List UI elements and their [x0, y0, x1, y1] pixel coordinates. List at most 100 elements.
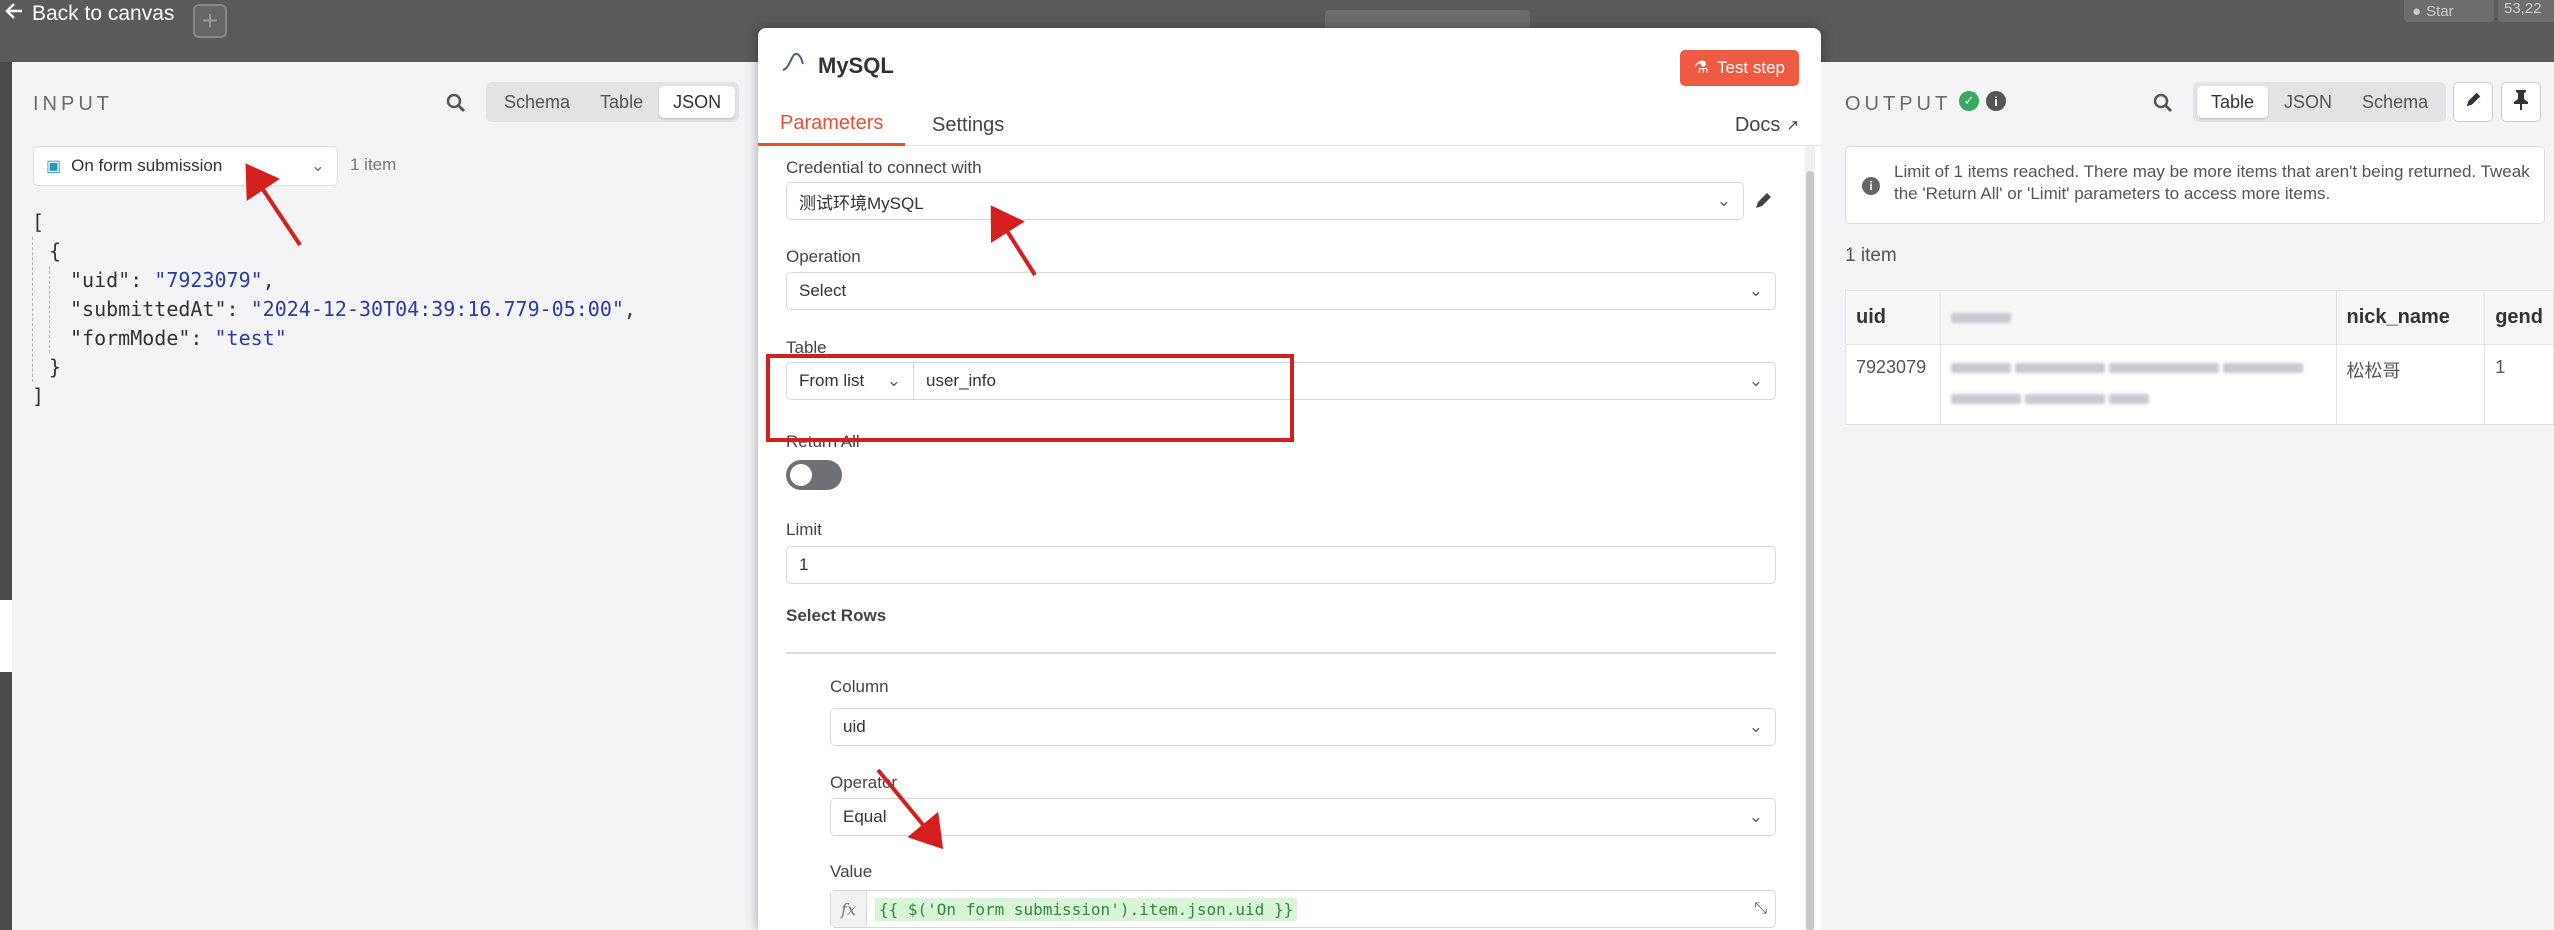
value-expression-input[interactable]: fx {{ $('On form submission').item.json.…: [830, 890, 1776, 928]
credential-label: Credential to connect with: [786, 158, 982, 177]
credential-select[interactable]: 测试环境MySQL ⌄: [786, 182, 1744, 220]
test-step-label: Test step: [1716, 58, 1785, 77]
output-tab-schema[interactable]: Schema: [2348, 86, 2442, 118]
output-item-count: 1 item: [1845, 245, 1897, 266]
input-panel: INPUT Schema Table JSON ▣ On form submis…: [12, 62, 758, 930]
limit-input[interactable]: 1: [786, 546, 1776, 584]
fx-icon: fx: [831, 891, 867, 927]
json-close-bracket: ]: [32, 384, 45, 408]
column-header-nick-name: nick_name: [2335, 290, 2486, 345]
edit-output-button[interactable]: [2453, 82, 2493, 122]
cell-uid: 7923079: [1845, 344, 1941, 425]
node-title: MySQL: [780, 50, 894, 82]
limit-notice: i Limit of 1 items reached. There may be…: [1845, 146, 2545, 224]
column-label: Column: [830, 677, 889, 696]
github-icon: ●: [2412, 2, 2422, 20]
operator-value: Equal: [843, 807, 887, 826]
docs-link[interactable]: Docs ↗: [1735, 104, 1799, 146]
table-header-row: uid nick_name gend: [1845, 290, 2554, 345]
output-table: uid nick_name gend 7923079 松松哥 1: [1845, 290, 2554, 425]
annotation-highlight-box: [766, 354, 1294, 442]
value-label: Value: [830, 862, 873, 881]
input-tab-schema[interactable]: Schema: [490, 86, 584, 118]
search-icon[interactable]: [2151, 91, 2175, 115]
return-all-toggle[interactable]: [786, 460, 842, 490]
cell-gender: 1: [2484, 344, 2554, 425]
input-tab-json[interactable]: JSON: [659, 86, 736, 118]
select-rows-label: Select Rows: [786, 606, 887, 625]
add-node-button[interactable]: +: [193, 4, 227, 38]
table-row: 7923079 松松哥 1: [1845, 344, 2554, 425]
input-source-select[interactable]: ▣ On form submission ⌄: [33, 146, 338, 186]
tab-settings[interactable]: Settings: [910, 104, 1026, 146]
cell-nick-name: 松松哥: [2335, 344, 2486, 425]
chevron-down-icon: ⌄: [1748, 281, 1763, 300]
pin-output-button[interactable]: [2501, 82, 2541, 122]
external-link-icon: ↗: [1786, 117, 1799, 134]
output-tab-json[interactable]: JSON: [2270, 86, 2346, 118]
input-view-switch: Schema Table JSON: [486, 82, 740, 122]
flask-icon: ⚗: [1693, 58, 1709, 77]
node-tabs: Parameters Settings Docs ↗: [758, 104, 1821, 146]
pin-icon: [2512, 89, 2530, 116]
test-step-button[interactable]: ⚗ Test step: [1679, 50, 1799, 86]
json-close-brace: }: [49, 355, 62, 379]
edit-credential-icon[interactable]: [1752, 190, 1774, 217]
output-panel: OUTPUT ✓ i Table JSON Schema i Limit of …: [1821, 62, 2554, 930]
mysql-icon: [780, 50, 806, 82]
json-row-uid: "uid": "7923079",: [70, 268, 275, 292]
json-row-submittedat: "submittedAt": "2024-12-30T04:39:16.779-…: [70, 297, 636, 321]
input-tab-table[interactable]: Table: [586, 86, 657, 118]
pencil-icon: [2463, 90, 2483, 115]
operation-label: Operation: [786, 247, 861, 266]
expand-icon[interactable]: ⤡: [1754, 900, 1767, 918]
limit-value: 1: [799, 555, 809, 574]
panel-edge: [0, 600, 12, 672]
section-divider: [786, 652, 1776, 654]
info-icon: i: [1862, 177, 1880, 195]
input-source-label: On form submission: [71, 156, 223, 175]
back-to-canvas-button[interactable]: Back to canvas: [4, 0, 174, 28]
search-icon[interactable]: [444, 91, 468, 115]
node-parameters-panel: MySQL ⚗ Test step Parameters Settings Do…: [758, 28, 1821, 930]
limit-label: Limit: [786, 520, 822, 539]
chevron-down-icon: ⌄: [1748, 807, 1763, 826]
cell-redacted: [1939, 344, 2337, 425]
tab-parameters[interactable]: Parameters: [758, 104, 906, 146]
input-title: INPUT: [33, 93, 113, 115]
output-view-switch: Table JSON Schema: [2193, 82, 2447, 122]
operation-select[interactable]: Select ⌄: [786, 272, 1776, 310]
json-open-bracket: [: [32, 210, 45, 234]
json-row-formmode: "formMode": "test": [70, 326, 287, 350]
star-label: Star: [2426, 2, 2454, 20]
chevron-down-icon: ⌄: [310, 156, 325, 175]
json-viewer: [ { "uid": "7923079", "submittedAt": "20…: [32, 208, 636, 411]
column-header-redacted: [1939, 290, 2337, 345]
parameters-scrollbar[interactable]: [1805, 146, 1815, 930]
back-label: Back to canvas: [32, 2, 175, 25]
form-trigger-icon: ▣: [46, 158, 62, 175]
github-star-button[interactable]: ● Star: [2404, 0, 2494, 22]
info-icon[interactable]: i: [1986, 91, 2006, 111]
expression-text: {{ $('On form submission').item.json.uid…: [875, 897, 1298, 921]
json-open-brace: {: [49, 239, 62, 263]
column-header-uid: uid: [1845, 290, 1941, 345]
operation-value: Select: [799, 281, 847, 300]
column-select[interactable]: uid ⌄: [830, 708, 1776, 746]
output-title: OUTPUT: [1845, 93, 1952, 115]
column-value: uid: [843, 717, 866, 736]
operator-select[interactable]: Equal ⌄: [830, 798, 1776, 836]
success-check-icon: ✓: [1959, 91, 1979, 111]
chevron-down-icon: ⌄: [1748, 371, 1763, 390]
credential-value: 测试环境MySQL: [799, 193, 924, 213]
input-item-count: 1 item: [350, 155, 397, 174]
star-count: 53,22: [2498, 0, 2554, 22]
arrow-left-icon: [4, 1, 24, 27]
limit-notice-text: Limit of 1 items reached. There may be m…: [1894, 162, 2530, 203]
output-tab-table[interactable]: Table: [2197, 86, 2269, 118]
column-header-gender: gend: [2484, 290, 2554, 345]
node-title-label: MySQL: [818, 53, 894, 78]
chevron-down-icon: ⌄: [1716, 191, 1731, 210]
operator-label: Operator: [830, 773, 898, 792]
docs-label: Docs: [1734, 113, 1781, 136]
